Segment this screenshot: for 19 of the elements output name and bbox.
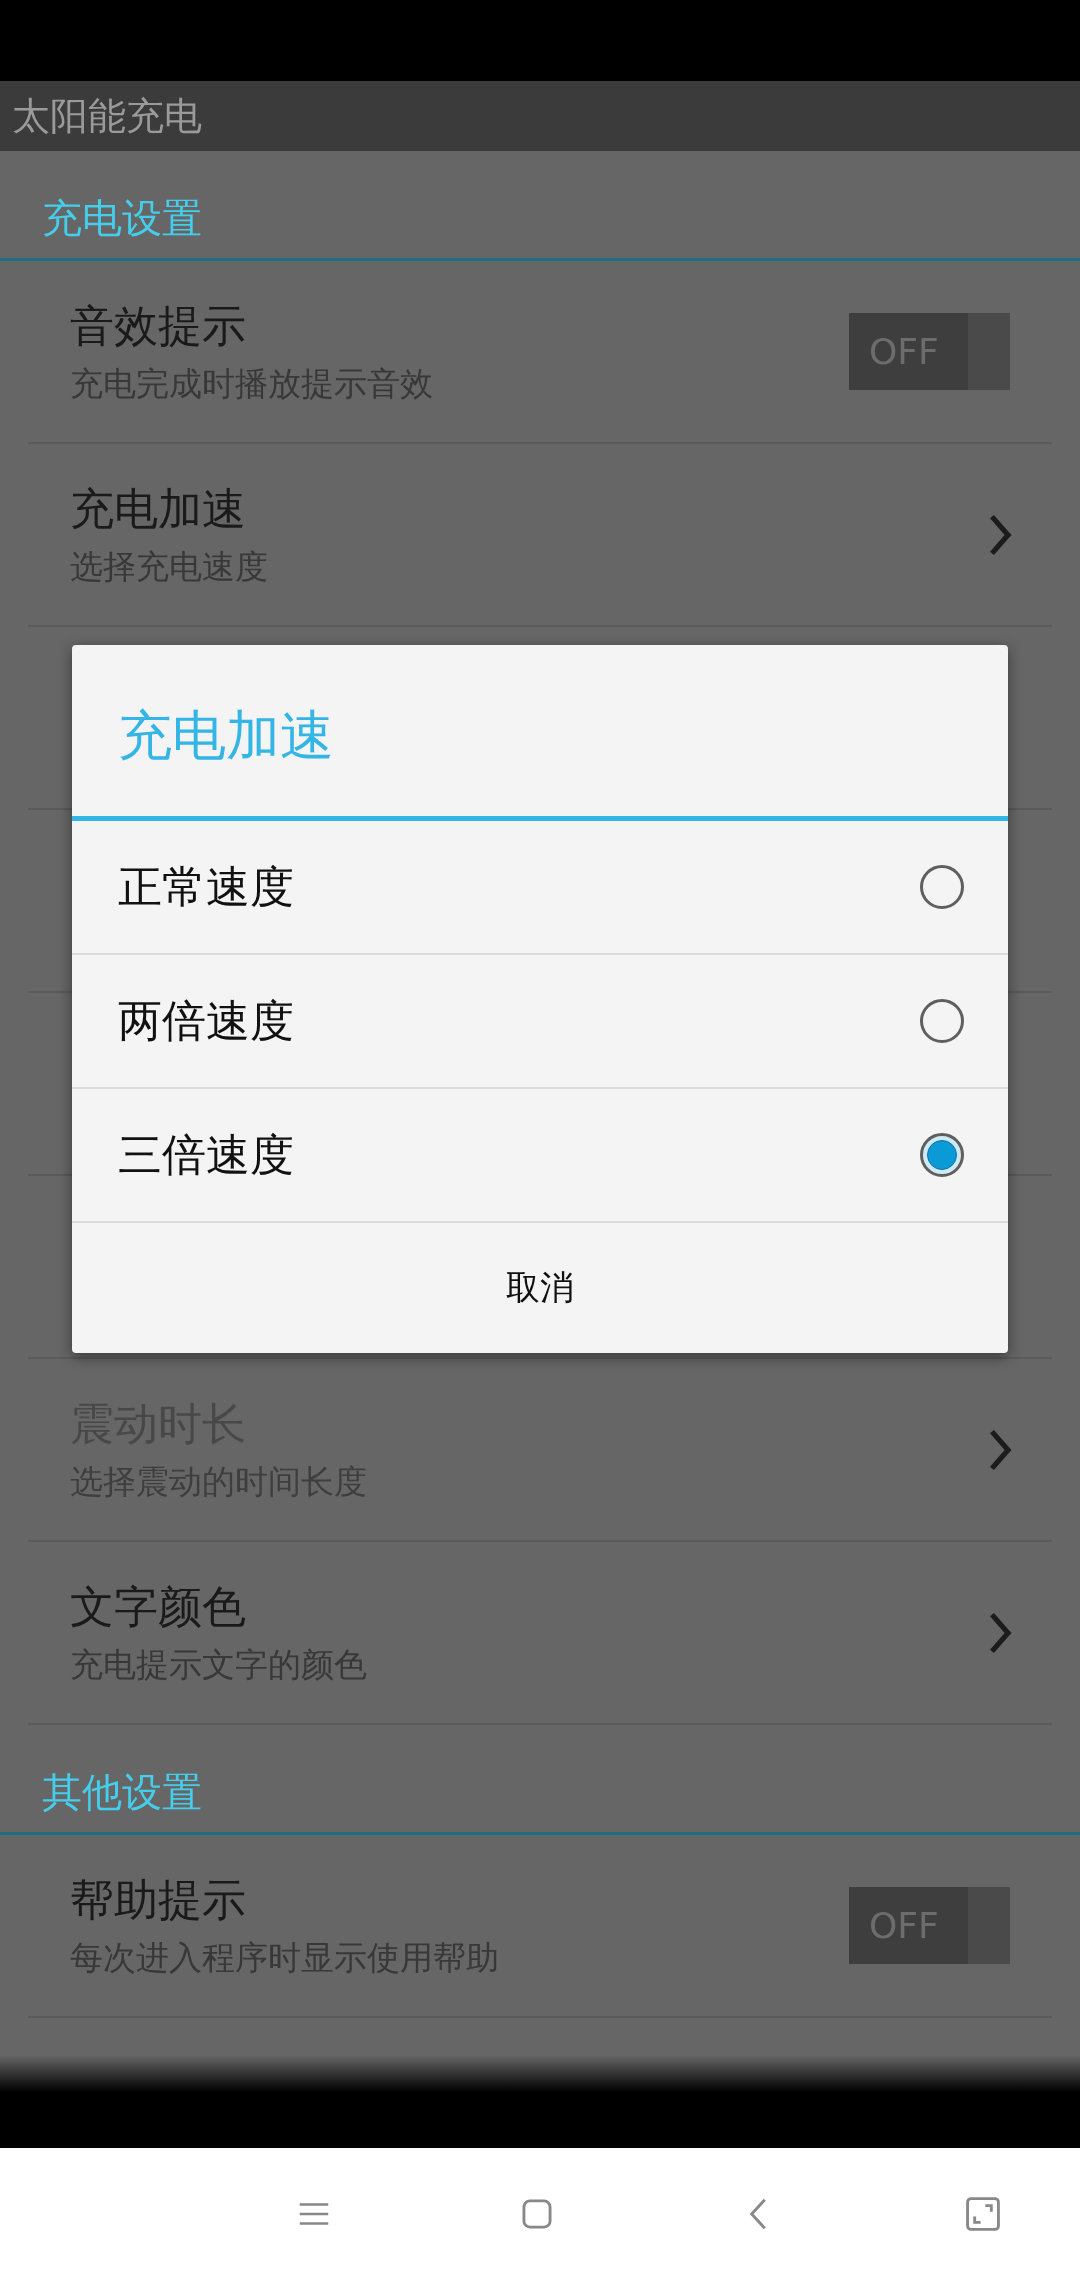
option-label: 正常速度 bbox=[118, 859, 294, 914]
row-title: 充电加速 bbox=[70, 481, 247, 536]
section-header: 其他设置 bbox=[0, 1725, 1080, 1835]
option-label: 三倍速度 bbox=[118, 1127, 294, 1182]
radio-button[interactable] bbox=[920, 999, 964, 1043]
row-title: 音效提示 bbox=[70, 298, 247, 353]
radio-button[interactable] bbox=[920, 1133, 964, 1177]
radio-option[interactable]: 正常速度 bbox=[72, 821, 1008, 955]
expand-icon[interactable] bbox=[964, 2195, 1002, 2233]
radio-option[interactable]: 三倍速度 bbox=[72, 1089, 1008, 1223]
cancel-button[interactable]: 取消 bbox=[72, 1223, 1008, 1353]
section-header: 充电设置 bbox=[0, 151, 1080, 261]
dialog-title: 充电加速 bbox=[72, 645, 1008, 821]
row-title: 文字颜色 bbox=[70, 1579, 247, 1634]
app-title: 太阳能充电 bbox=[12, 92, 202, 140]
radio-option[interactable]: 两倍速度 bbox=[72, 955, 1008, 1089]
radio-button[interactable] bbox=[920, 865, 964, 909]
row-title: 帮助提示 bbox=[70, 1872, 247, 1927]
option-label: 两倍速度 bbox=[118, 993, 294, 1048]
